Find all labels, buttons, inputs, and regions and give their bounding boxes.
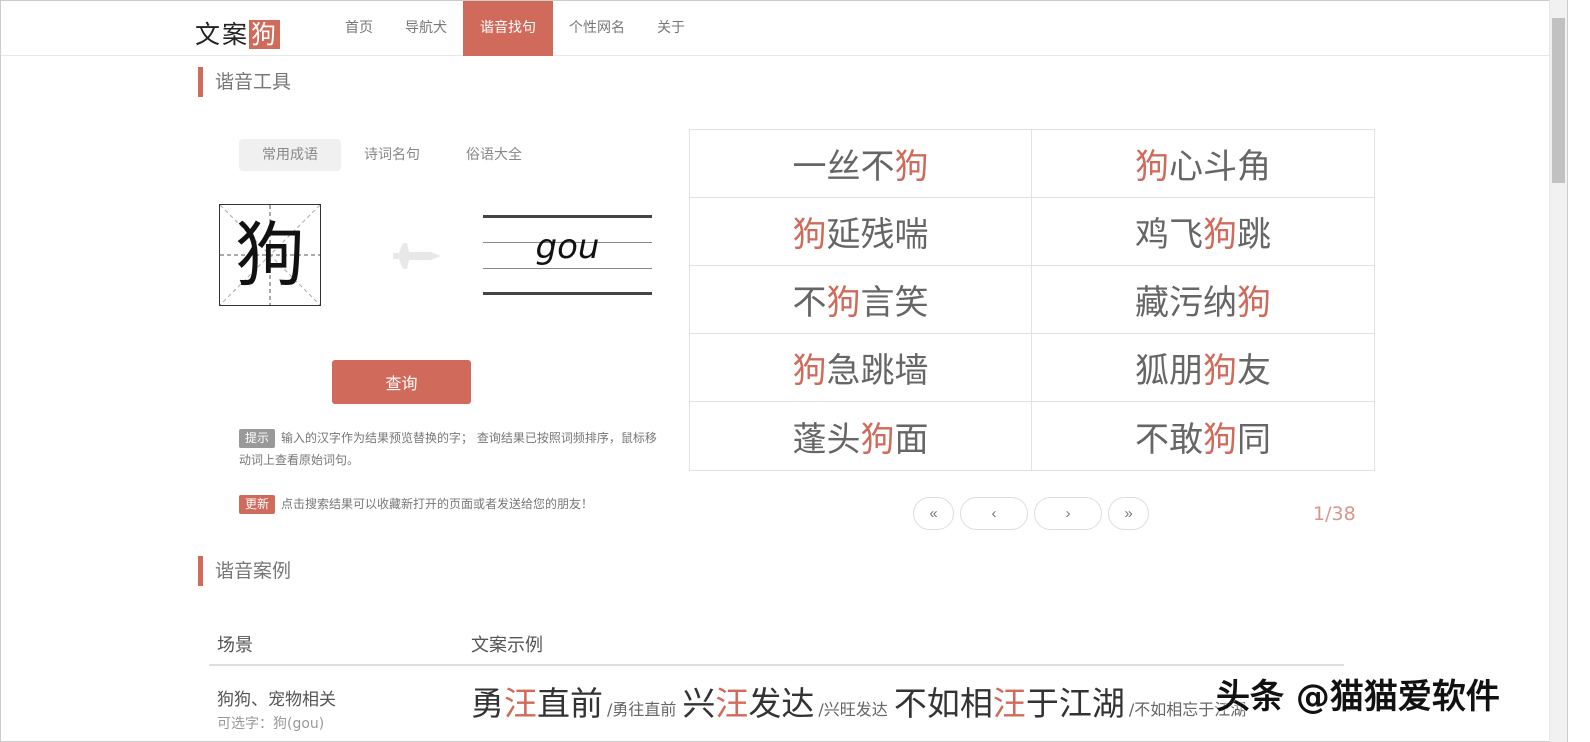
nav-about[interactable]: 关于 <box>641 1 701 56</box>
result-text-post: 言笑 <box>860 283 929 323</box>
character-input[interactable]: 狗 <box>219 204 321 306</box>
main-nav: 首页 导航犬 谐音找句 个性网名 关于 <box>329 1 701 56</box>
tab-poems[interactable]: 诗词名句 <box>341 139 443 171</box>
result-text-pre: 鸡飞 <box>1135 215 1203 255</box>
example-pre: 兴 <box>682 684 716 723</box>
result-text-highlight: 狗 <box>1135 147 1169 187</box>
page-indicator: 1/38 <box>1313 503 1356 525</box>
result-text-highlight: 狗 <box>826 283 861 323</box>
result-cell[interactable]: 狗急跳墙 <box>690 334 1032 402</box>
result-text-highlight: 狗 <box>1203 215 1237 255</box>
result-text-highlight: 狗 <box>792 215 827 255</box>
logo-highlight: 狗 <box>249 20 281 49</box>
result-cell[interactable]: 藏污纳狗 <box>1032 266 1374 334</box>
result-text-highlight: 狗 <box>860 419 895 460</box>
scrollbar-thumb[interactable] <box>1552 18 1565 183</box>
result-text-post: 友 <box>1237 351 1271 391</box>
results-grid: 一丝不狗狗心斗角狗延残喘 鸡飞狗跳不狗言笑 藏污纳狗狗急跳墙 狐朋狗友蓬头狗面不敢狗同 <box>689 129 1375 471</box>
update-text: 点击搜索结果可以收藏新打开的页面或者发送给您的朋友！ <box>281 497 594 511</box>
result-text-pre: 狐朋 <box>1135 351 1203 391</box>
update-badge: 更新 <box>239 495 276 514</box>
first-page-button[interactable]: « <box>913 497 954 530</box>
result-text-pre: 藏污纳 <box>1135 283 1237 323</box>
example-pre: 不如相 <box>893 684 993 723</box>
character-value: 狗 <box>235 214 305 296</box>
result-text-pre: 不敢 <box>1135 419 1203 460</box>
result-cell[interactable]: 鸡飞狗跳 <box>1032 198 1374 266</box>
example-highlight: 汪 <box>992 684 1026 723</box>
result-text-post: 同 <box>1237 419 1271 460</box>
result-cell[interactable]: 狗延残喘 <box>690 198 1032 266</box>
next-page-button[interactable]: › <box>1034 497 1102 530</box>
prev-page-button[interactable]: ‹ <box>960 497 1028 530</box>
nav-home[interactable]: 首页 <box>329 1 389 56</box>
result-text-highlight: 狗 <box>792 351 827 391</box>
browser-page: 文案狗 首页 导航犬 谐音找句 个性网名 关于 谐音工具 常用成语 诗词名句 俗… <box>0 0 1568 742</box>
example-original: /勇往直前 <box>607 700 677 719</box>
pinyin-value: gou <box>535 227 600 267</box>
result-text-post: 跳 <box>1237 215 1271 255</box>
result-text-highlight: 狗 <box>894 147 929 187</box>
result-text-highlight: 狗 <box>1237 283 1271 323</box>
result-text-pre: 蓬头 <box>792 419 861 460</box>
pagination: « ‹ › » <box>913 497 1149 530</box>
example-list: 勇汪直前/勇往直前 兴汪发达/兴旺发达 不如相汪于江湖/不如相忘于江湖 <box>471 677 1252 725</box>
result-cell[interactable]: 狗心斗角 <box>1032 130 1374 198</box>
logo-text: 文案 <box>195 20 250 49</box>
tip-text: 输入的汉字作为结果预览替换的字； 查询结果已按照词频排序，鼠标移动词上查看原始词… <box>239 431 657 467</box>
result-text-pre: 一丝不 <box>792 147 895 187</box>
query-button[interactable]: 查询 <box>332 360 471 404</box>
result-text-post: 急跳墙 <box>826 351 929 391</box>
result-text-highlight: 狗 <box>1203 419 1237 460</box>
site-header: 文案狗 首页 导航犬 谐音找句 个性网名 关于 <box>1 1 1549 56</box>
result-text-post: 面 <box>894 419 929 460</box>
tip-badge: 提示 <box>239 429 276 448</box>
scene-chars: 可选字：狗(gou) <box>217 716 325 732</box>
update-note: 更新 点击搜索结果可以收藏新打开的页面或者发送给您的朋友！ <box>239 493 664 515</box>
example-highlight: 汪 <box>504 684 537 723</box>
site-logo[interactable]: 文案狗 <box>195 15 281 51</box>
nav-nickname[interactable]: 个性网名 <box>553 1 641 56</box>
result-text-post: 延残喘 <box>826 215 929 255</box>
result-cell[interactable]: 蓬头狗面 <box>690 402 1032 470</box>
result-cell[interactable]: 狐朋狗友 <box>1032 334 1374 402</box>
nav-guide-dog[interactable]: 导航犬 <box>389 1 463 56</box>
section-title-tool: 谐音工具 <box>198 67 291 97</box>
result-cell[interactable]: 不狗言笑 <box>690 266 1032 334</box>
scrollbar[interactable] <box>1549 0 1567 742</box>
last-page-button[interactable]: » <box>1108 497 1149 530</box>
example-pre: 勇 <box>471 684 504 723</box>
scene-label: 狗狗、宠物相关 <box>217 690 336 710</box>
col-scene: 场景 <box>217 635 253 656</box>
nav-homophone[interactable]: 谐音找句 <box>463 1 553 56</box>
result-cell[interactable]: 不敢狗同 <box>1032 402 1374 470</box>
result-text-highlight: 狗 <box>1203 351 1237 391</box>
tab-proverbs[interactable]: 俗语大全 <box>443 139 545 171</box>
example-post: 于江湖 <box>1025 684 1125 723</box>
watermark: 头条 @猫猫爱软件 <box>1216 677 1500 717</box>
tab-idioms[interactable]: 常用成语 <box>239 139 341 171</box>
cases-table-header: 场景 文案示例 <box>209 621 1344 666</box>
result-text-pre: 不 <box>792 283 827 323</box>
plane-arrow-icon <box>393 243 441 269</box>
section-title-cases: 谐音案例 <box>198 556 291 586</box>
example-original: /兴旺发达 <box>818 700 888 719</box>
example-post: 直前 <box>537 684 603 723</box>
col-example: 文案示例 <box>471 635 543 656</box>
result-text-post: 心斗角 <box>1169 147 1271 187</box>
example-post: 发达 <box>748 684 815 723</box>
category-tabs: 常用成语 诗词名句 俗语大全 <box>239 139 545 171</box>
example-highlight: 汪 <box>715 684 749 723</box>
result-cell[interactable]: 一丝不狗 <box>690 130 1032 198</box>
pinyin-display: gou <box>483 215 652 295</box>
tip-note: 提示 输入的汉字作为结果预览替换的字； 查询结果已按照词频排序，鼠标移动词上查看原… <box>239 427 664 471</box>
